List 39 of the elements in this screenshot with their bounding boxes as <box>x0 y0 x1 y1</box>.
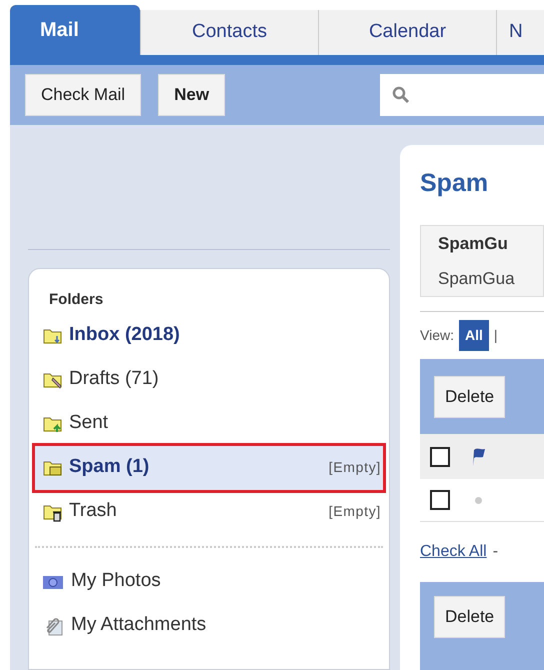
tab[interactable]: Contacts <box>140 10 318 55</box>
folder-item[interactable]: Drafts (71) <box>35 358 383 402</box>
search-field[interactable] <box>380 74 544 116</box>
link-separator: - <box>492 542 498 562</box>
view-separator: | <box>494 326 498 345</box>
folder-item[interactable]: Trash [Empty] <box>35 490 383 534</box>
delete-button[interactable]: Delete <box>434 376 506 418</box>
folder-item[interactable]: Sent <box>35 402 383 446</box>
flag-icon <box>470 446 486 466</box>
toolbar-button[interactable]: Check Mail <box>25 74 142 116</box>
sidebar-link[interactable]: My Attachments <box>35 604 383 648</box>
checkbox[interactable] <box>430 490 450 510</box>
camera-icon <box>43 574 63 590</box>
folders-heading: Folders <box>49 290 104 310</box>
folder-name: Spam (1) <box>69 455 150 480</box>
checkbox[interactable] <box>430 446 450 466</box>
sidebar-link[interactable]: My Photos <box>35 560 383 604</box>
tab[interactable]: Calendar <box>318 10 496 55</box>
empty-folder-link[interactable]: [Empty] <box>328 501 381 522</box>
empty-folder-link[interactable]: [Empty] <box>328 457 381 478</box>
tab[interactable]: N <box>496 10 544 55</box>
check-all-link[interactable]: Check All <box>420 540 487 564</box>
sidebar-link-label: My Photos <box>71 569 161 594</box>
view-label: View: <box>420 326 454 345</box>
folder-name: Inbox (2018) <box>69 323 180 348</box>
sidebar-link-label: My Attachments <box>71 613 206 638</box>
delete-button[interactable]: Delete <box>434 596 506 638</box>
folder-name: Trash <box>69 499 117 524</box>
folder-name: Drafts (71) <box>69 367 159 392</box>
folder-item[interactable]: Inbox (2018) <box>35 314 383 358</box>
folder-item[interactable]: Spam (1) [Empty] <box>35 446 383 490</box>
folder-title: Spam <box>420 168 490 199</box>
notice-text: SpamGua <box>438 268 516 290</box>
folder-name: Sent <box>69 411 108 436</box>
notice-title: SpamGu <box>438 232 509 254</box>
toolbar-button[interactable]: New <box>158 74 226 116</box>
tab[interactable]: Mail <box>10 5 140 55</box>
view-filter[interactable]: All <box>458 320 489 351</box>
search-icon <box>392 86 410 104</box>
